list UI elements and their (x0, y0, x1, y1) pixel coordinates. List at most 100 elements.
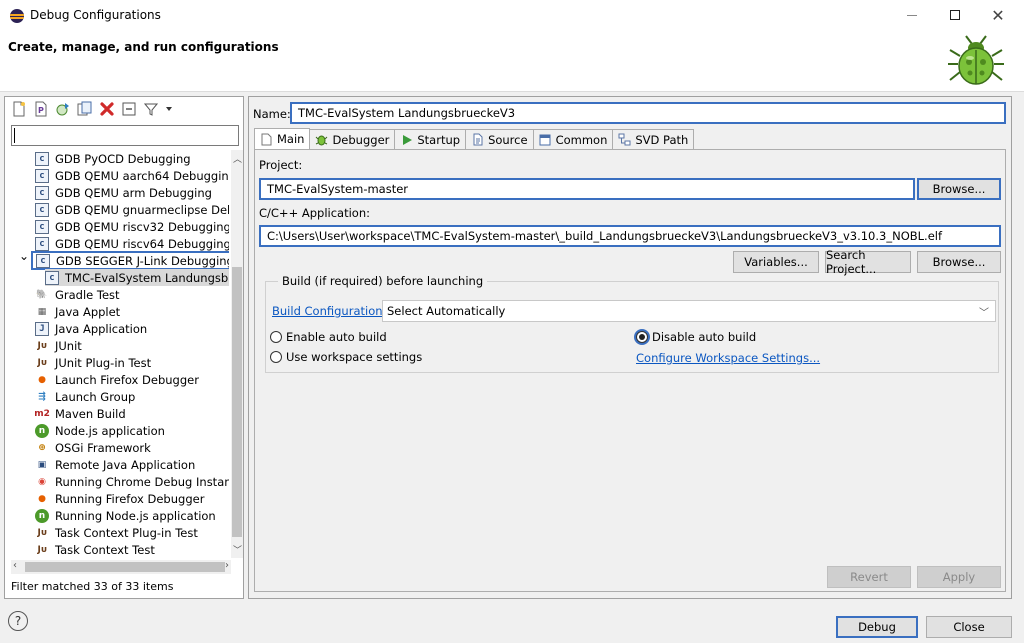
dropdown-icon[interactable] (165, 101, 173, 117)
use-workspace-settings-radio[interactable]: Use workspace settings (270, 350, 422, 364)
application-browse-button[interactable]: Browse... (917, 251, 1001, 273)
tree-item[interactable]: Jᴜ Task Context Test (35, 541, 154, 558)
source-tab-icon (471, 133, 484, 146)
variables-button[interactable]: Variables... (733, 251, 819, 273)
duplicate-icon[interactable] (77, 101, 93, 117)
tree-item[interactable]: n Node.js application (35, 422, 165, 439)
horizontal-scroll-thumb[interactable] (25, 562, 225, 572)
scroll-up-icon[interactable]: ︿ (233, 152, 242, 165)
minimize-button[interactable] (892, 0, 932, 30)
apply-button[interactable]: Apply (917, 566, 1001, 588)
build-configuration-link[interactable]: Build Configuration: (272, 304, 386, 318)
tree-item[interactable]: n Running Node.js application (35, 507, 216, 524)
tree-item[interactable]: ⊕ OSGi Framework (35, 439, 151, 456)
maximize-button[interactable] (935, 0, 975, 30)
tree-item[interactable]: ▦ Java Applet (35, 303, 120, 320)
tree-item[interactable]: ▣ Remote Java Application (35, 456, 196, 473)
tab-debugger-label: Debugger (332, 132, 390, 147)
tree-item[interactable]: Jᴜ JUnit (35, 337, 81, 354)
tree-item[interactable]: m2 Maven Build (34, 405, 126, 422)
tree-item-label: TMC-EvalSystem Landungsbrue (65, 270, 229, 285)
search-project-button[interactable]: Search Project... (825, 248, 911, 276)
tab-debugger[interactable]: Debugger (309, 129, 396, 149)
name-input[interactable]: TMC-EvalSystem LandungsbrueckeV3 (290, 102, 1006, 124)
tab-startup-label: Startup (417, 132, 461, 147)
c-icon: c (45, 270, 59, 285)
tree-item[interactable]: 🐘 Gradle Test (35, 286, 119, 303)
filter-input[interactable] (11, 125, 239, 146)
filter-icon[interactable] (143, 101, 159, 117)
scroll-down-icon[interactable]: ﹀ (233, 543, 242, 556)
tab-main[interactable]: Main (254, 128, 311, 149)
close-button[interactable]: Close (926, 616, 1012, 638)
project-input[interactable]: TMC-EvalSystem-master (259, 178, 915, 200)
dialog-header: Create, manage, and run configurations (0, 30, 1024, 92)
vertical-scroll-thumb[interactable] (232, 267, 242, 537)
revert-button[interactable]: Revert (827, 566, 911, 588)
tree-item[interactable]: Jᴜ Task Context Plug-in Test (35, 524, 198, 541)
tree-item-label: Running Firefox Debugger (55, 491, 205, 506)
configure-workspace-settings-link[interactable]: Configure Workspace Settings... (636, 351, 820, 365)
tree-item-label: Task Context Plug-in Test (55, 525, 198, 540)
collapse-all-icon[interactable] (121, 101, 137, 117)
enable-auto-build-label: Enable auto build (286, 330, 387, 344)
tree-item-label: GDB QEMU aarch64 Debugging (55, 168, 229, 183)
window-title: Debug Configurations (30, 8, 161, 22)
text-cursor (14, 128, 15, 143)
tab-svd-path[interactable]: SVD Path (612, 129, 695, 149)
node-icon: n (35, 508, 49, 523)
config-tree[interactable]: c GDB PyOCD Debugging c GDB QEMU aarch64 De… (5, 150, 229, 558)
scroll-right-icon[interactable]: › (225, 560, 229, 571)
tree-item[interactable]: c GDB QEMU aarch64 Debugging (35, 167, 229, 184)
build-configuration-select[interactable]: Select Automatically ﹀ (382, 300, 996, 322)
junit-icon: Jᴜ (37, 544, 47, 555)
tree-item[interactable]: ⇶ Launch Group (35, 388, 135, 405)
tab-startup[interactable]: Startup (394, 129, 467, 149)
svg-text:P: P (38, 106, 44, 115)
project-browse-button[interactable]: Browse... (917, 178, 1001, 200)
disable-auto-build-radio[interactable]: Disable auto build (636, 330, 756, 344)
close-window-button[interactable]: ✕ (978, 0, 1018, 30)
config-toolbar: P (11, 101, 173, 117)
tree-item[interactable]: ◉ Running Chrome Debug Instance (35, 473, 229, 490)
delete-icon[interactable] (99, 101, 115, 117)
header-title: Create, manage, and run configurations (8, 40, 279, 54)
build-group: Build (if required) before launching Bui… (265, 274, 999, 373)
applet-icon: ▦ (37, 306, 47, 317)
c-icon: c (35, 185, 49, 200)
remote-icon: ▣ (37, 459, 47, 470)
tree-item[interactable]: c GDB QEMU riscv32 Debugging (35, 218, 229, 235)
scroll-left-icon[interactable]: ‹ (13, 560, 17, 571)
tree-item[interactable]: Jᴜ JUnit Plug-in Test (35, 354, 151, 371)
c-icon: c (35, 168, 49, 183)
export-icon[interactable] (55, 101, 71, 117)
tab-common-label: Common (555, 132, 608, 147)
debug-button[interactable]: Debug (836, 616, 918, 638)
application-input[interactable]: C:\Users\User\workspace\TMC-EvalSystem-m… (259, 225, 1001, 247)
tab-common[interactable]: Common (532, 129, 614, 149)
new-config-icon[interactable] (11, 101, 27, 117)
tab-source[interactable]: Source (465, 129, 534, 149)
tab-source-label: Source (488, 132, 528, 147)
enable-auto-build-radio[interactable]: Enable auto build (270, 330, 387, 344)
help-icon[interactable]: ? (8, 611, 28, 631)
c-icon: c (36, 253, 50, 268)
group-icon: ⇶ (38, 391, 46, 402)
tree-item-label: Running Chrome Debug Instance (55, 474, 229, 489)
firefox-icon: ● (38, 493, 46, 504)
new-prototype-icon[interactable]: P (33, 101, 49, 117)
tree-item[interactable]: ● Running Firefox Debugger (35, 490, 204, 507)
maven-icon: m2 (34, 408, 50, 419)
tree-item[interactable]: c GDB QEMU gnuarmeclipse Debugg (35, 201, 229, 218)
tree-item-label: Maven Build (55, 406, 126, 421)
tree-item[interactable]: c GDB PyOCD Debugging (35, 150, 191, 167)
expand-chevron-icon[interactable]: ⌄ (19, 249, 29, 263)
tree-item[interactable]: c GDB QEMU arm Debugging (35, 184, 212, 201)
tree-item[interactable]: ● Launch Firefox Debugger (35, 371, 199, 388)
junit-icon: Jᴜ (37, 340, 47, 351)
java-icon: J (35, 321, 49, 336)
tree-item[interactable]: c GDB QEMU riscv64 Debugging (35, 235, 229, 252)
tree-item[interactable]: J Java Application (35, 320, 147, 337)
tree-item[interactable]: ⌄ c GDB SEGGER J-Link Debugging (19, 249, 229, 270)
tree-item[interactable]: c TMC-EvalSystem Landungsbrue (45, 269, 229, 286)
